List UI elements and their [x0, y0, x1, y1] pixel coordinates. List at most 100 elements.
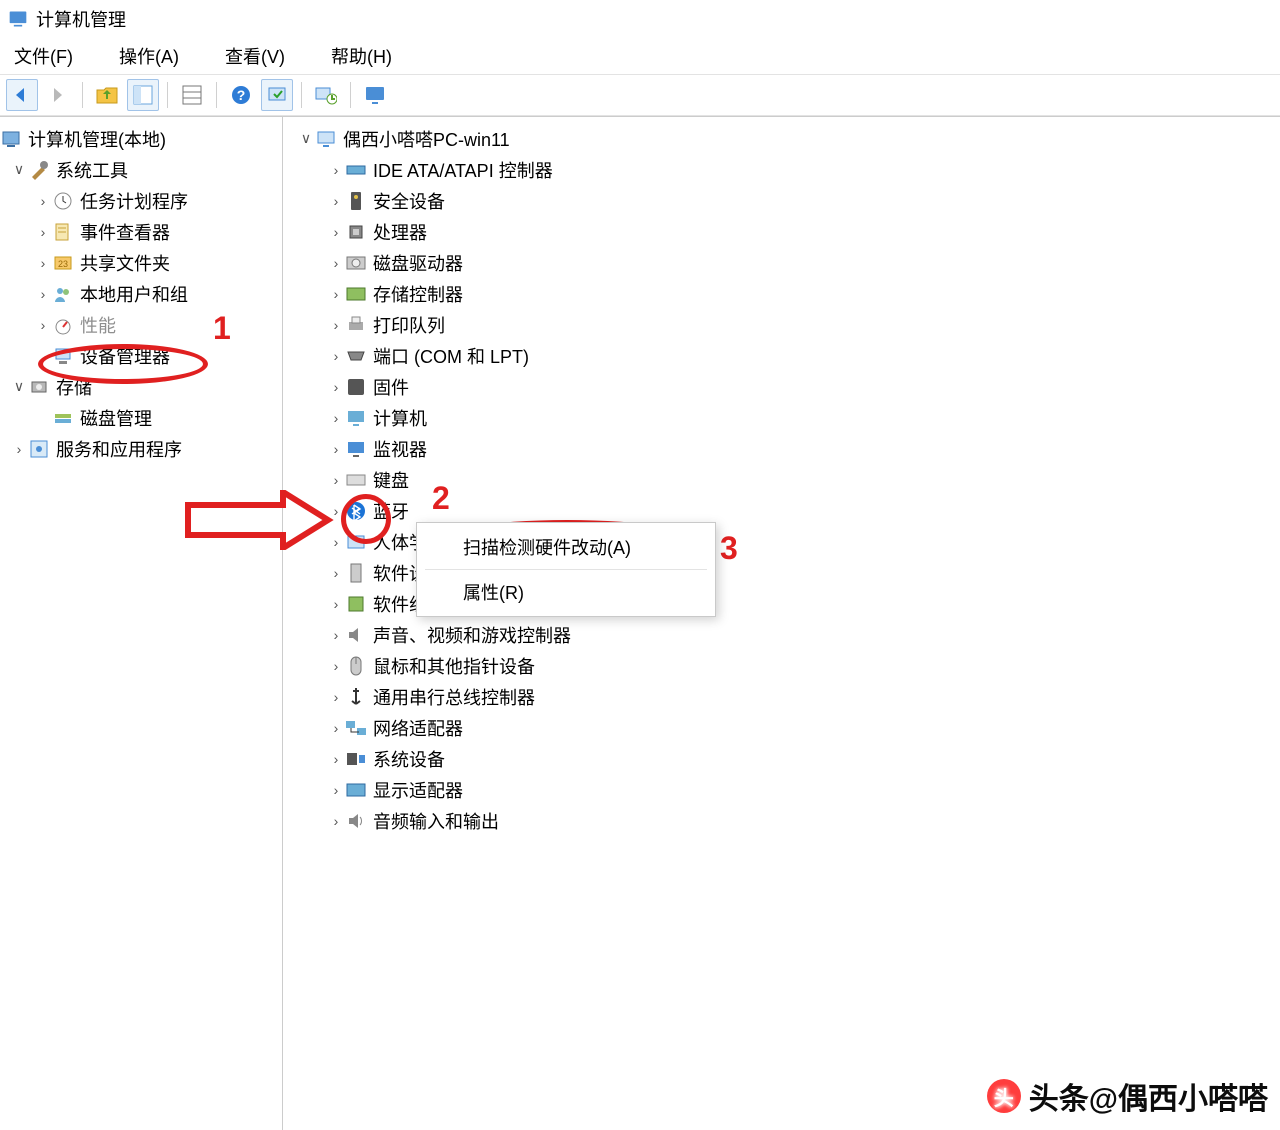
- cat-disk-drives[interactable]: ›磁盘驱动器: [327, 247, 1280, 278]
- tree-label: 蓝牙: [373, 498, 409, 524]
- tree-label: 声音、视频和游戏控制器: [373, 622, 571, 648]
- refresh-devices-button[interactable]: [310, 79, 342, 111]
- tree-item-device-manager[interactable]: › 设备管理器: [34, 340, 282, 371]
- collapse-icon[interactable]: ∨: [297, 130, 315, 147]
- expand-icon[interactable]: ›: [327, 596, 345, 612]
- expand-icon[interactable]: ›: [327, 534, 345, 550]
- expand-icon[interactable]: ›: [327, 472, 345, 488]
- cat-ide[interactable]: › IDE ATA/ATAPI 控制器: [327, 154, 1280, 185]
- tree-services-apps[interactable]: › 服务和应用程序: [10, 433, 282, 464]
- expand-icon[interactable]: ›: [327, 658, 345, 674]
- app-icon: [8, 9, 28, 29]
- pc-icon: [345, 407, 367, 429]
- remote-monitor-button[interactable]: [359, 79, 391, 111]
- expand-icon[interactable]: ›: [327, 813, 345, 829]
- cat-keyboard[interactable]: ›键盘: [327, 464, 1280, 495]
- expand-icon[interactable]: ›: [327, 627, 345, 643]
- expand-icon[interactable]: ›: [327, 689, 345, 705]
- expand-icon[interactable]: ›: [327, 410, 345, 426]
- forward-button[interactable]: [42, 79, 74, 111]
- menu-file[interactable]: 文件(F): [4, 39, 83, 73]
- expand-icon[interactable]: ›: [327, 193, 345, 209]
- expand-icon[interactable]: ›: [327, 720, 345, 736]
- svg-text:23: 23: [58, 259, 68, 269]
- tree-item-performance[interactable]: › 性能: [34, 309, 282, 340]
- cat-usb[interactable]: ›通用串行总线控制器: [327, 681, 1280, 712]
- expand-icon[interactable]: ›: [327, 255, 345, 271]
- cat-mouse[interactable]: › 鼠标和其他指针设备: [327, 650, 1280, 681]
- security-device-icon: [345, 190, 367, 212]
- expand-icon[interactable]: ›: [34, 317, 52, 333]
- title-bar: 计算机管理: [0, 0, 1280, 38]
- cat-firmware[interactable]: ›固件: [327, 371, 1280, 402]
- ctx-scan-hardware[interactable]: 扫描检测硬件改动(A): [417, 527, 715, 567]
- list-view-button[interactable]: [176, 79, 208, 111]
- expand-icon[interactable]: ›: [327, 224, 345, 240]
- tree-label: 设备管理器: [80, 343, 170, 369]
- expand-icon[interactable]: ›: [34, 286, 52, 302]
- tree-root-computer-management[interactable]: 计算机管理(本地): [0, 123, 282, 154]
- expand-icon[interactable]: ›: [327, 751, 345, 767]
- tree-label: 存储控制器: [373, 281, 463, 307]
- tree-label: 处理器: [373, 219, 427, 245]
- expand-icon[interactable]: ›: [34, 193, 52, 209]
- expand-icon[interactable]: ›: [327, 379, 345, 395]
- help-button[interactable]: ?: [225, 79, 257, 111]
- tree-label: 性能: [80, 312, 116, 338]
- cat-audio[interactable]: ›音频输入和输出: [327, 805, 1280, 836]
- expand-icon[interactable]: ›: [327, 782, 345, 798]
- tree-item-disk-management[interactable]: › 磁盘管理: [34, 402, 282, 433]
- expand-icon[interactable]: ›: [327, 348, 345, 364]
- cat-print-queues[interactable]: ›打印队列: [327, 309, 1280, 340]
- back-button[interactable]: [6, 79, 38, 111]
- collapse-icon[interactable]: ∨: [10, 378, 28, 395]
- toolbar-separator: [301, 82, 302, 108]
- cat-system-dev[interactable]: ›系统设备: [327, 743, 1280, 774]
- tree-label: 鼠标和其他指针设备: [373, 653, 535, 679]
- tree-label: IDE ATA/ATAPI 控制器: [373, 157, 553, 183]
- disk-management-icon: [52, 407, 74, 429]
- cat-network[interactable]: ›网络适配器: [327, 712, 1280, 743]
- scan-hardware-button[interactable]: [261, 79, 293, 111]
- svg-text:?: ?: [237, 87, 246, 103]
- expand-icon[interactable]: ›: [34, 224, 52, 240]
- ctx-properties[interactable]: 属性(R): [417, 572, 715, 612]
- ctx-label: 扫描检测硬件改动(A): [463, 534, 631, 560]
- tree-item-shared-folders[interactable]: › 23 共享文件夹: [34, 247, 282, 278]
- tree-storage[interactable]: ∨ 存储: [10, 371, 282, 402]
- expand-icon[interactable]: ›: [327, 565, 345, 581]
- up-folder-button[interactable]: [91, 79, 123, 111]
- menu-help[interactable]: 帮助(H): [321, 39, 402, 73]
- menu-view[interactable]: 查看(V): [215, 39, 295, 73]
- audio-io-icon: [345, 810, 367, 832]
- expand-icon[interactable]: ›: [327, 441, 345, 457]
- menu-action[interactable]: 操作(A): [109, 39, 189, 73]
- tree-item-local-users[interactable]: › 本地用户和组: [34, 278, 282, 309]
- collapse-icon[interactable]: ∨: [10, 161, 28, 178]
- tree-system-tools[interactable]: ∨ 系统工具: [10, 154, 282, 185]
- tree-item-event-viewer[interactable]: › 事件查看器: [34, 216, 282, 247]
- expand-icon[interactable]: ›: [34, 255, 52, 271]
- expand-icon[interactable]: ›: [327, 286, 345, 302]
- properties-pane-button[interactable]: [127, 79, 159, 111]
- tree-label: 计算机: [373, 405, 427, 431]
- expand-icon[interactable]: ›: [327, 503, 345, 519]
- toolbar-separator: [350, 82, 351, 108]
- expand-icon[interactable]: ›: [10, 441, 28, 457]
- cat-display[interactable]: ›显示适配器: [327, 774, 1280, 805]
- cat-ports[interactable]: ›端口 (COM 和 LPT): [327, 340, 1280, 371]
- cat-monitor[interactable]: ›监视器: [327, 433, 1280, 464]
- network-adapter-icon: [345, 717, 367, 739]
- usb-icon: [345, 686, 367, 708]
- tree-item-task-scheduler[interactable]: › 任务计划程序: [34, 185, 282, 216]
- toutiao-icon: 头: [987, 1079, 1021, 1113]
- cat-security[interactable]: ›安全设备: [327, 185, 1280, 216]
- expand-icon[interactable]: ›: [327, 317, 345, 333]
- cat-sound[interactable]: › 声音、视频和游戏控制器: [327, 619, 1280, 650]
- cat-processor[interactable]: › 处理器: [327, 216, 1280, 247]
- cat-storage-ctl[interactable]: › 存储控制器: [327, 278, 1280, 309]
- device-root[interactable]: ∨ 偶西小嗒嗒PC-win11: [297, 123, 1280, 154]
- toolbar-separator: [167, 82, 168, 108]
- expand-icon[interactable]: ›: [327, 162, 345, 178]
- cat-computer[interactable]: › 计算机: [327, 402, 1280, 433]
